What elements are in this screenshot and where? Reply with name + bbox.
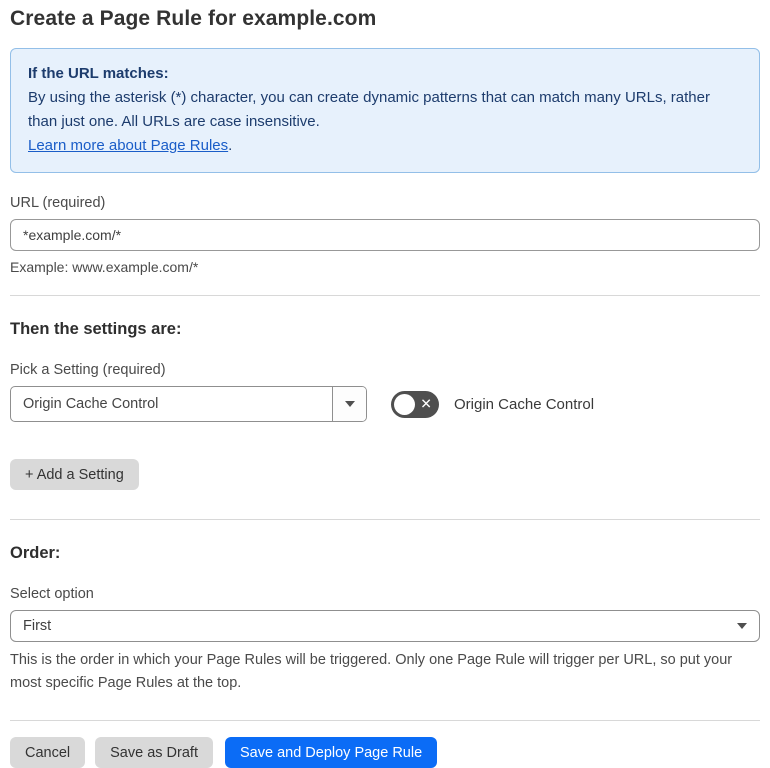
url-field-label: URL (required) <box>10 195 106 211</box>
pick-setting-label: Pick a Setting (required) <box>10 362 166 378</box>
divider <box>10 519 760 520</box>
setting-row: Origin Cache Control ✕ Origin Cache Cont… <box>10 386 760 422</box>
setting-select-value: Origin Cache Control <box>23 396 159 412</box>
create-page-rule-form: Create a Page Rule for example.com If th… <box>0 0 770 768</box>
info-box-link-line: Learn more about Page Rules. <box>28 134 742 158</box>
chevron-down-icon <box>737 623 747 629</box>
divider <box>10 295 760 296</box>
info-box-heading: If the URL matches: <box>28 65 169 82</box>
order-select-label: Select option <box>10 586 94 602</box>
footer-actions: Cancel Save as Draft Save and Deploy Pag… <box>10 737 760 768</box>
order-select[interactable]: First <box>10 610 760 642</box>
toggle-label: Origin Cache Control <box>454 395 595 413</box>
learn-more-link[interactable]: Learn more about Page Rules <box>28 137 228 154</box>
order-select-value: First <box>23 618 52 634</box>
save-and-deploy-button[interactable]: Save and Deploy Page Rule <box>224 737 438 768</box>
toggle-off-x-icon: ✕ <box>420 395 432 412</box>
origin-cache-control-toggle[interactable]: ✕ <box>391 390 439 418</box>
order-help-text: This is the order in which your Page Rul… <box>10 652 733 691</box>
url-match-info-box: If the URL matches: By using the asteris… <box>10 48 760 173</box>
setting-select-arrow-button[interactable] <box>332 387 366 421</box>
page-title: Create a Page Rule for example.com <box>10 7 377 30</box>
settings-section-heading: Then the settings are: <box>10 320 182 338</box>
chevron-down-icon <box>344 401 355 407</box>
url-input[interactable] <box>10 219 760 251</box>
toggle-knob <box>394 393 415 415</box>
link-suffix: . <box>228 137 233 154</box>
info-box-body: By using the asterisk (*) character, you… <box>28 89 710 130</box>
cancel-button[interactable]: Cancel <box>10 737 86 768</box>
divider <box>10 720 760 721</box>
save-as-draft-button[interactable]: Save as Draft <box>95 737 213 768</box>
setting-select[interactable]: Origin Cache Control <box>10 386 367 422</box>
url-example-hint: Example: www.example.com/* <box>10 259 199 275</box>
add-setting-button[interactable]: + Add a Setting <box>10 459 139 490</box>
order-section-heading: Order: <box>10 544 61 562</box>
